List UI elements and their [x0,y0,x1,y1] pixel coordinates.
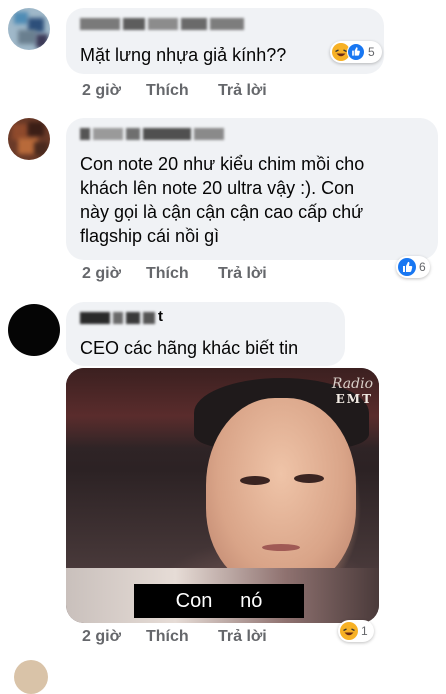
meme-image[interactable]: Radio EMT Con nó [66,368,379,623]
comment-text: CEO các hãng khác biết tin [80,338,299,358]
author-name[interactable] [80,18,247,32]
face [206,398,356,588]
comment-bubble: t CEO các hãng khác biết tin [66,302,345,366]
watermark: Radio EMT [331,376,373,406]
haha-icon [340,622,358,640]
author-name-visible: t [158,308,163,325]
timestamp[interactable]: 2 giờ [82,628,121,646]
like-button[interactable]: Thích [146,82,189,100]
avatar[interactable] [8,304,60,356]
comment-bubble: Con note 20 như kiểu chim mồi cho khách … [66,118,438,260]
timestamp[interactable]: 2 giờ [82,82,121,100]
timestamp[interactable]: 2 giờ [82,265,121,283]
reaction-count: 1 [361,624,368,638]
reply-button[interactable]: Trả lời [218,265,267,283]
like-icon [398,258,416,276]
avatar[interactable] [14,660,48,694]
reaction-summary[interactable]: 6 [396,256,430,278]
left-eye [240,476,270,485]
right-eye [294,474,324,483]
mouth [262,544,300,551]
avatar[interactable] [8,8,50,50]
author-name[interactable] [80,312,158,326]
reply-button[interactable]: Trả lời [218,82,267,100]
reply-button[interactable]: Trả lời [218,628,267,646]
reaction-summary[interactable]: 5 [330,41,382,63]
like-icon [347,43,365,61]
like-button[interactable]: Thích [146,265,189,283]
reaction-count: 6 [419,260,426,274]
avatar[interactable] [8,118,50,160]
author-name[interactable] [80,128,227,142]
meme-subtitle: Con nó [134,584,304,618]
like-button[interactable]: Thích [146,628,189,646]
comment-text: Mặt lưng nhựa giả kính?? [80,45,287,65]
reaction-summary[interactable]: 1 [338,620,374,642]
comment-text: Con note 20 như kiểu chim mồi cho khách … [80,154,365,246]
reaction-count: 5 [368,45,375,59]
